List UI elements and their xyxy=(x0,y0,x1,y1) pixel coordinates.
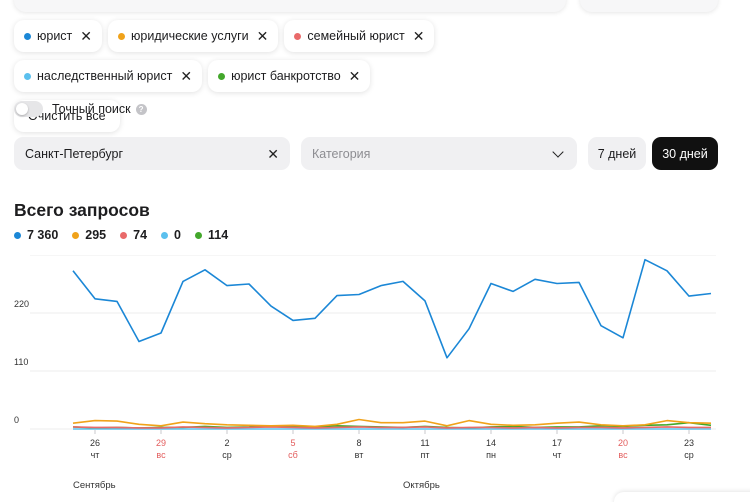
x-tick-weekday: ср xyxy=(684,450,694,460)
x-tick-day: 23 xyxy=(684,438,694,448)
legend-item: 74 xyxy=(120,228,147,242)
x-tick-weekday: ср xyxy=(222,450,232,460)
chart-title: Всего запросов xyxy=(14,200,150,220)
chip-keyword-1[interactable]: юридические услуги ✕ xyxy=(108,20,279,52)
legend-dot xyxy=(120,231,128,239)
filters-row: Санкт-Петербург ✕ 7 дней 30 дней xyxy=(14,137,718,170)
legend-item: 0 xyxy=(161,228,181,242)
help-icon[interactable]: ? xyxy=(135,103,147,115)
requests-line-chart: 011022033026чт29вс2ср5сб8вт11пт14пн17чт2… xyxy=(14,255,716,460)
city-value: Санкт-Петербург xyxy=(25,146,124,161)
search-field-partial[interactable] xyxy=(14,0,566,12)
city-field[interactable]: Санкт-Петербург ✕ xyxy=(14,137,290,170)
close-icon[interactable]: ✕ xyxy=(80,29,92,43)
chip-color-dot xyxy=(294,32,302,40)
chevron-down-icon xyxy=(552,145,564,158)
close-icon[interactable]: ✕ xyxy=(180,69,192,83)
legend-value: 74 xyxy=(133,228,148,242)
close-icon[interactable]: ✕ xyxy=(257,29,269,43)
x-tick-day: 8 xyxy=(356,438,361,448)
series-line xyxy=(72,258,712,359)
category-input[interactable] xyxy=(312,146,532,161)
x-tick-weekday: пт xyxy=(421,450,430,460)
search-button-partial[interactable] xyxy=(580,0,718,12)
chip-label: юридические услуги xyxy=(131,29,249,43)
close-icon[interactable]: ✕ xyxy=(349,69,361,83)
y-tick-label: 220 xyxy=(14,299,29,309)
x-tick-day: 2 xyxy=(224,438,229,448)
exact-search-toggle[interactable] xyxy=(14,101,43,117)
chip-keyword-0[interactable]: юрист ✕ xyxy=(14,20,103,52)
x-tick-weekday: вс xyxy=(618,450,628,460)
y-tick-label: 110 xyxy=(14,357,28,367)
x-tick-weekday: чт xyxy=(91,450,100,460)
chart-legend: 7 360 295 74 0 114 xyxy=(14,228,228,242)
chip-label: наследственный юрист xyxy=(37,69,173,83)
x-tick-day: 14 xyxy=(486,438,496,448)
x-tick-weekday: вс xyxy=(156,450,166,460)
exact-search-row: Точный поиск ? xyxy=(14,100,147,118)
clear-city-icon[interactable]: ✕ xyxy=(267,147,279,161)
period-30-days-button[interactable]: 30 дней xyxy=(652,137,718,170)
x-tick-weekday: пн xyxy=(486,450,496,460)
chip-color-dot xyxy=(24,32,31,40)
panel-corner xyxy=(614,492,750,502)
legend-item: 114 xyxy=(195,228,228,242)
legend-dot xyxy=(161,231,169,239)
legend-value: 295 xyxy=(85,228,107,242)
chip-keyword-4[interactable]: юрист банкротство ✕ xyxy=(208,60,371,92)
x-tick-weekday: сб xyxy=(288,450,298,460)
x-tick-day: 26 xyxy=(90,438,100,448)
x-tick-weekday: чт xyxy=(553,450,562,460)
chip-label: юрист xyxy=(37,29,73,43)
month-label-october: Октябрь xyxy=(403,480,440,491)
legend-item: 7 360 xyxy=(14,228,58,242)
chip-keyword-2[interactable]: семейный юрист ✕ xyxy=(284,20,435,52)
x-tick-day: 29 xyxy=(156,438,166,448)
chip-color-dot xyxy=(24,72,31,80)
chip-keyword-3[interactable]: наследственный юрист ✕ xyxy=(14,60,203,92)
series-line xyxy=(72,426,711,429)
legend-item: 295 xyxy=(72,228,106,242)
exact-search-label: Точный поиск xyxy=(52,102,131,116)
x-tick-day: 17 xyxy=(552,438,562,448)
x-tick-day: 5 xyxy=(290,438,295,448)
chip-label: семейный юрист xyxy=(307,29,405,43)
legend-value: 0 xyxy=(174,228,181,242)
legend-dot xyxy=(195,231,202,239)
toggle-knob xyxy=(16,103,28,115)
series-line xyxy=(72,418,712,428)
y-tick-label: 0 xyxy=(14,415,19,425)
legend-value: 114 xyxy=(208,228,229,242)
category-select[interactable] xyxy=(301,137,577,170)
x-tick-day: 20 xyxy=(618,438,628,448)
month-label-september: Сентябрь xyxy=(73,480,116,491)
close-icon[interactable]: ✕ xyxy=(413,29,425,43)
x-tick-weekday: вт xyxy=(355,450,364,460)
x-tick-day: 11 xyxy=(420,438,429,448)
legend-dot xyxy=(14,231,21,239)
legend-value: 7 360 xyxy=(27,228,59,242)
legend-dot xyxy=(72,231,80,239)
chip-color-dot xyxy=(118,32,126,40)
chip-label: юрист банкротство xyxy=(231,69,341,83)
chip-color-dot xyxy=(218,72,226,80)
period-7-days-button[interactable]: 7 дней xyxy=(588,137,646,170)
